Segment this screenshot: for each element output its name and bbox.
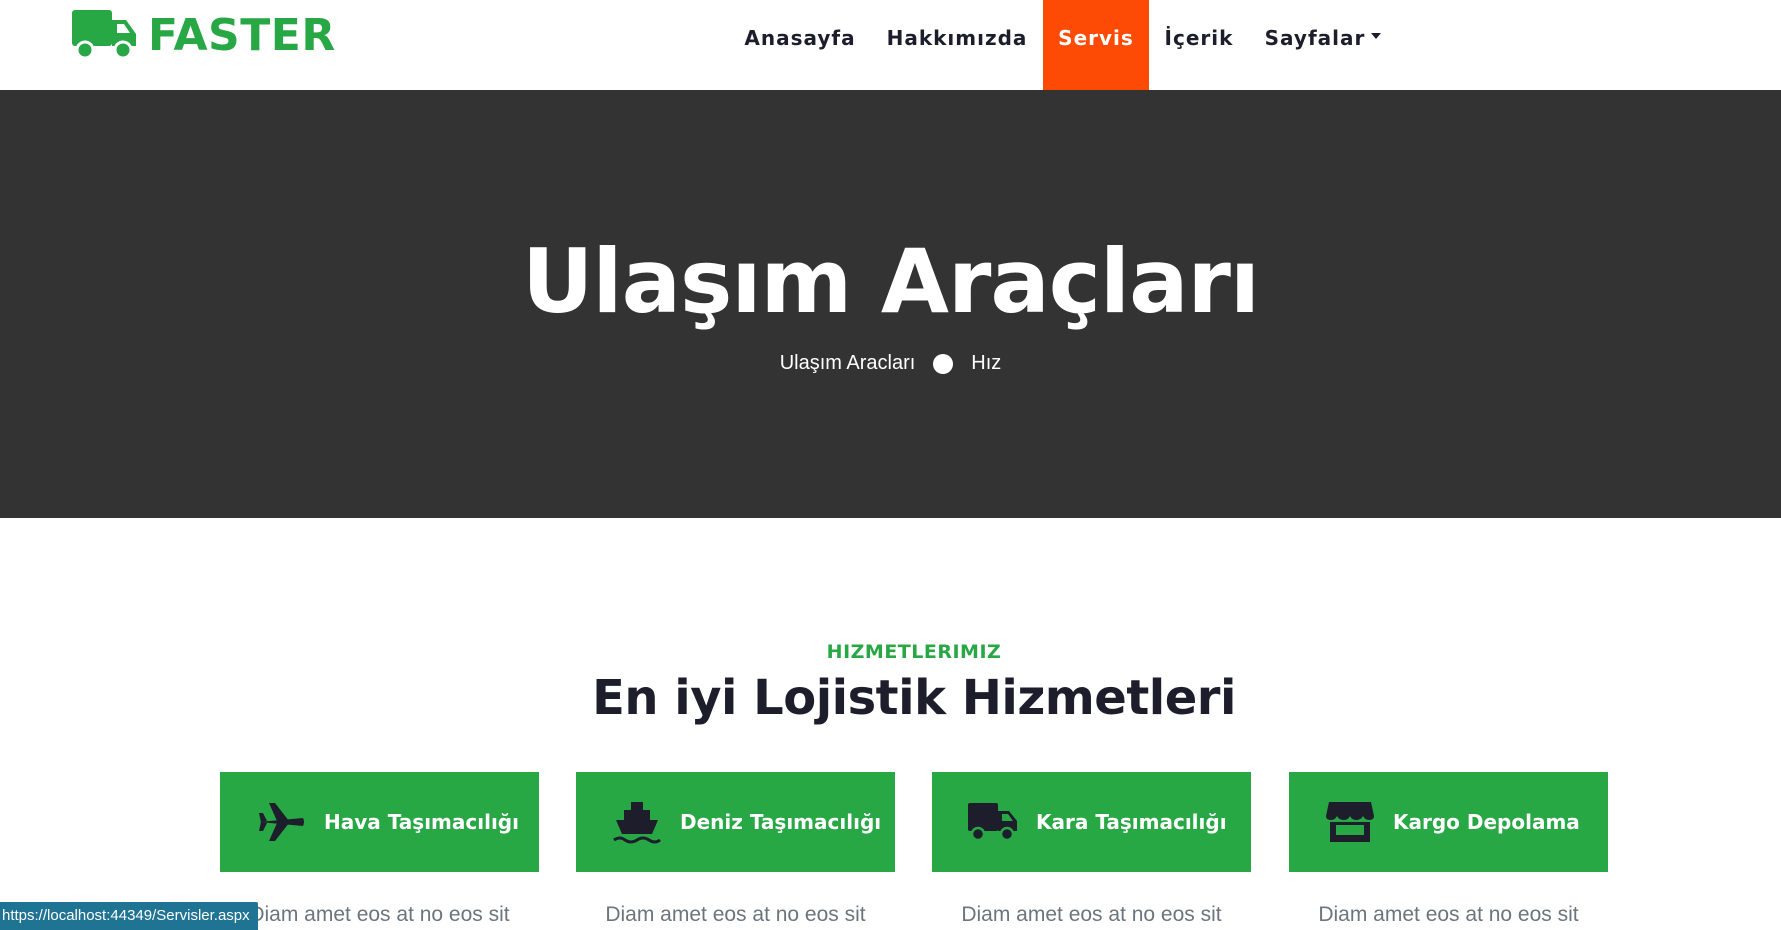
breadcrumb-item[interactable]: Ulaşım Aracları — [780, 352, 916, 375]
ship-icon — [612, 800, 662, 844]
plane-icon — [256, 800, 306, 844]
section-kicker: HIZMETLERIMIZ — [826, 641, 1002, 663]
page-title: Ulaşım Araçları — [521, 230, 1260, 333]
service-card-air[interactable]: Hava Taşımacılığı — [220, 772, 539, 872]
service-card-desc: Diam amet eos at no eos sit — [961, 903, 1222, 926]
section-title: En iyi Lojistik Hizmetleri — [592, 670, 1236, 726]
service-card-desc: Diam amet eos at no eos sit — [249, 903, 510, 926]
nav-item-hakkimizda[interactable]: Hakkımızda — [880, 0, 1034, 90]
service-card-sea[interactable]: Deniz Taşımacılığı — [576, 772, 895, 872]
service-card-label: Kargo Depolama — [1393, 810, 1580, 834]
breadcrumb-item: Hız — [971, 352, 1002, 374]
nav-item-label: Servis — [1058, 26, 1134, 50]
brand-logo[interactable]: FASTER — [72, 10, 336, 62]
brand-name: FASTER — [148, 10, 336, 61]
nav-item-label: Hakkımızda — [886, 26, 1028, 50]
service-card-desc: Diam amet eos at no eos sit — [1318, 903, 1579, 926]
browser-status-url: https://localhost:44349/Servisler.aspx — [0, 902, 258, 930]
truck-icon — [968, 800, 1018, 844]
service-card-desc: Diam amet eos at no eos sit — [605, 903, 866, 926]
nav-item-label: Sayfalar — [1264, 26, 1366, 50]
service-card-label: Deniz Taşımacılığı — [680, 810, 882, 834]
nav-item-sayfalar[interactable]: Sayfalar — [1258, 0, 1388, 90]
service-card-label: Kara Taşımacılığı — [1036, 810, 1227, 834]
page-header: Ulaşım Araçları Ulaşım Aracları Hız — [0, 90, 1781, 518]
warehouse-icon — [1325, 800, 1375, 844]
nav-item-icerik[interactable]: İçerik — [1158, 0, 1240, 90]
circle-separator-icon — [933, 353, 954, 374]
nav-item-label: Anasayfa — [744, 26, 856, 50]
service-card-land[interactable]: Kara Taşımacılığı — [932, 772, 1251, 872]
nav-item-servis[interactable]: Servis — [1043, 0, 1149, 90]
service-card-label: Hava Taşımacılığı — [324, 810, 519, 834]
nav-item-label: İçerik — [1164, 26, 1234, 50]
breadcrumb: Ulaşım Aracları Hız — [0, 352, 1781, 375]
chevron-down-icon — [1371, 33, 1382, 39]
truck-icon — [72, 10, 138, 62]
service-card-warehouse[interactable]: Kargo Depolama — [1289, 772, 1608, 872]
navbar: FASTER Anasayfa Hakkımızda Servis İçerik… — [0, 0, 1781, 90]
nav-item-anasayfa[interactable]: Anasayfa — [733, 0, 867, 90]
